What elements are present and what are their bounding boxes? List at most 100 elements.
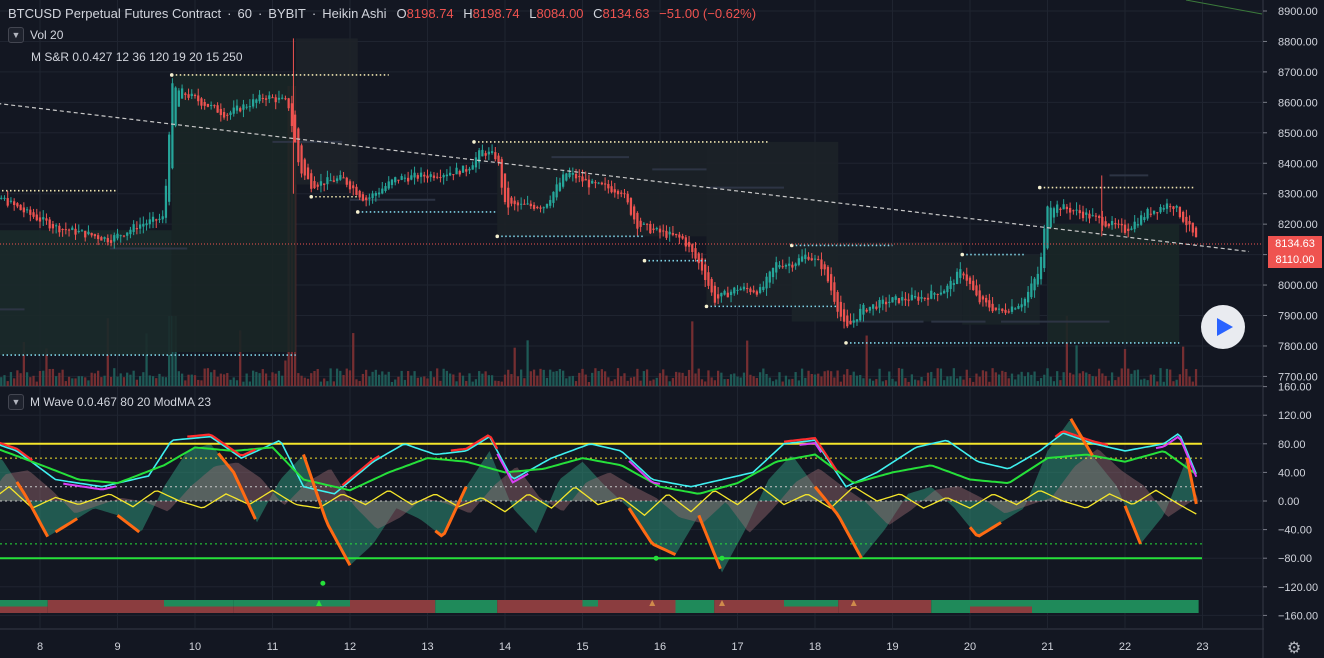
volume-bar — [284, 360, 287, 386]
sr-level-dot — [844, 341, 848, 345]
volume-bar — [749, 374, 752, 386]
volume-bar — [455, 381, 458, 386]
candle-body — [248, 106, 252, 108]
trend-strip-bottom — [838, 606, 932, 613]
chevron-down-icon[interactable]: ▼ — [8, 27, 24, 43]
wave-axis-label: −120.00 — [1278, 582, 1318, 594]
volume-bar — [219, 373, 222, 386]
sep-2: · — [257, 6, 263, 21]
volume-bar — [84, 377, 87, 386]
volume-bar — [9, 372, 13, 386]
volume-bar — [665, 375, 668, 386]
candle-body — [587, 179, 591, 188]
candle-body — [1001, 308, 1004, 312]
candle-body — [448, 172, 452, 176]
candle-body — [868, 306, 872, 311]
symbol-title[interactable]: BTCUSD Perpetual Futures Contract — [8, 6, 221, 21]
volume-bar — [1020, 371, 1023, 386]
candle-body — [300, 145, 303, 174]
candle-body — [490, 151, 494, 154]
volume-bar — [1046, 368, 1049, 386]
candle-body — [778, 265, 781, 268]
candle-body — [981, 296, 985, 300]
volume-bar — [80, 376, 84, 386]
time-axis-label: 21 — [1041, 641, 1053, 653]
candle-body — [361, 194, 365, 201]
chart-style[interactable]: Heikin Ashi — [322, 6, 386, 21]
candle-body — [184, 93, 187, 95]
trend-strip-bottom — [0, 606, 48, 613]
candle-body — [771, 267, 775, 278]
candle-body — [29, 209, 32, 215]
candle-body — [1175, 205, 1178, 208]
volume-bar — [258, 373, 261, 386]
candle-body — [1194, 227, 1198, 238]
candle-body — [319, 181, 323, 186]
volume-bar — [813, 374, 817, 386]
volume-bar — [332, 381, 335, 386]
volume-bar — [355, 379, 358, 386]
candle-body — [752, 290, 755, 293]
volume-bar — [116, 376, 119, 386]
volume-bar — [526, 340, 529, 386]
volume-bar — [755, 378, 759, 386]
volume-bar — [610, 381, 613, 386]
volume-bar — [6, 381, 9, 386]
volume-bar — [484, 371, 487, 386]
chart-canvas[interactable]: 8900.008800.008700.008600.008500.008400.… — [0, 0, 1324, 658]
gear-icon[interactable]: ⚙ — [1287, 638, 1301, 658]
volume-bar — [184, 380, 187, 386]
volume-bar — [1075, 345, 1078, 386]
candle-body — [203, 102, 206, 106]
candle-body — [555, 184, 558, 198]
sr-level-dot — [642, 258, 647, 263]
candle-body — [274, 97, 277, 103]
low-value: 8084.00 — [536, 6, 584, 21]
candle-body — [788, 263, 791, 266]
volume-bar — [1059, 380, 1062, 386]
candle-body — [943, 290, 946, 294]
chevron-down-icon[interactable]: ▼ — [8, 394, 24, 410]
volume-bar — [1072, 374, 1075, 386]
open-key: O — [396, 6, 407, 21]
candle-body — [1081, 211, 1085, 219]
play-button[interactable] — [1201, 305, 1245, 349]
candle-body — [836, 292, 839, 312]
volume-bar — [1004, 371, 1007, 386]
volume-legend[interactable]: ▼ Vol 20 — [8, 27, 63, 43]
candle-body — [939, 292, 943, 295]
volume-bar — [965, 369, 968, 386]
candle-body — [1098, 215, 1101, 219]
candle-body — [697, 253, 700, 264]
interval[interactable]: 60 — [237, 6, 251, 21]
trend-strip-bottom — [1032, 606, 1199, 613]
msr-legend[interactable]: M S&R 0.0.427 12 36 120 19 20 15 250 — [31, 50, 243, 64]
candle-body — [410, 175, 413, 180]
volume-bar — [623, 373, 626, 386]
volume-bar — [742, 372, 746, 386]
volume-bar — [100, 377, 103, 386]
candle-body — [658, 228, 662, 233]
wave-legend[interactable]: ▼ M Wave 0.0.467 80 20 ModMA 23 — [8, 394, 211, 410]
volume-bar — [668, 381, 671, 386]
candle-body — [603, 183, 607, 185]
candle-body — [306, 167, 310, 179]
volume-bar — [281, 375, 284, 386]
volume-bar — [946, 376, 949, 386]
change-value: −51.00 (−0.62%) — [659, 6, 757, 21]
volume-bar — [694, 373, 697, 386]
volume-bar — [529, 371, 532, 386]
trend-strip-bottom — [714, 606, 784, 613]
volume-bar — [859, 374, 862, 386]
volume-bar — [371, 371, 374, 386]
candle-body — [77, 231, 80, 233]
candle-body — [975, 285, 978, 296]
volume-bar — [445, 370, 449, 386]
candle-body — [96, 235, 100, 240]
candle-body — [739, 288, 742, 291]
candle-body — [878, 299, 881, 308]
volume-bar — [19, 373, 22, 386]
volume-bar — [549, 369, 552, 386]
candle-body — [1136, 224, 1140, 226]
volume-bar — [920, 376, 923, 386]
